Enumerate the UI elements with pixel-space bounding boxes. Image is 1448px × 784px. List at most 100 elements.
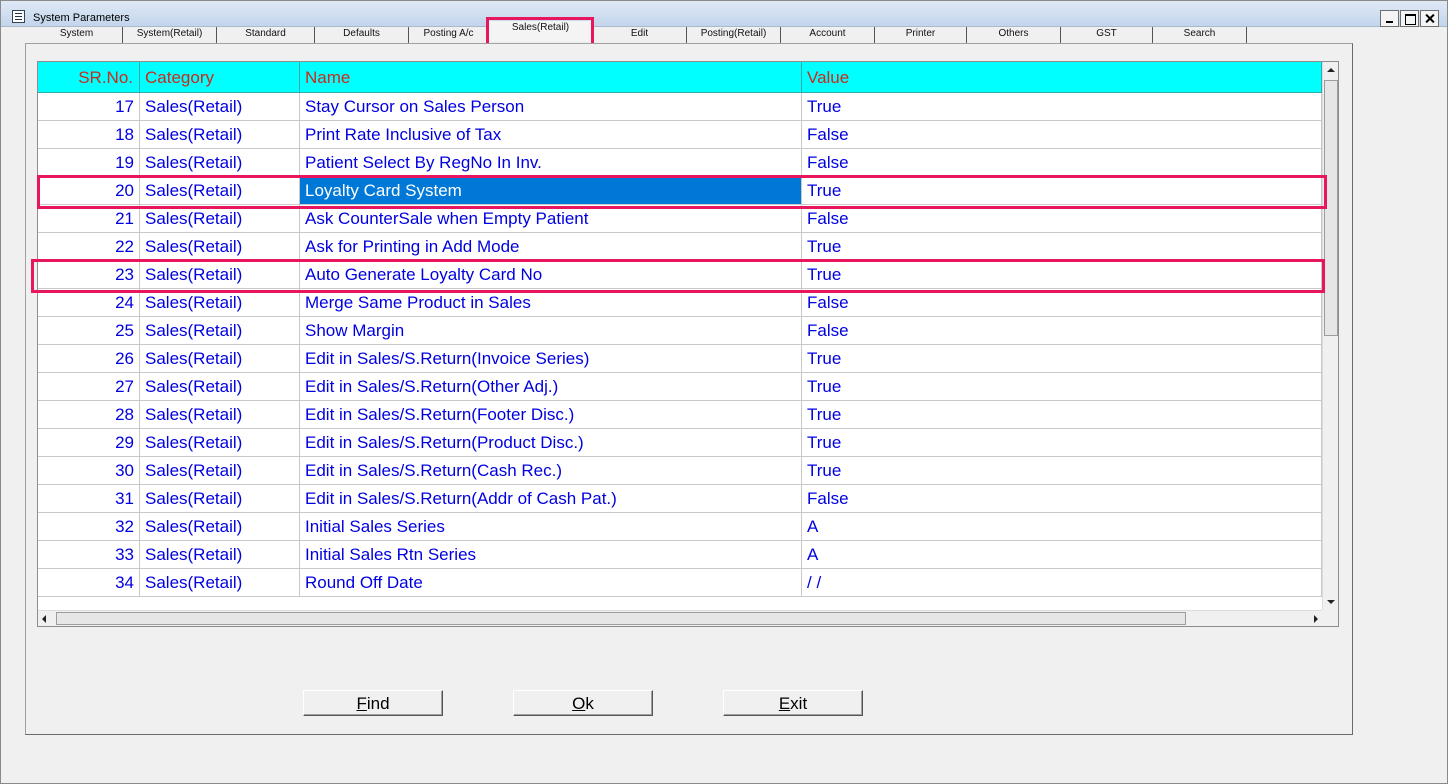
cell-name[interactable]: Merge Same Product in Sales [300, 289, 802, 317]
cell-category[interactable]: Sales(Retail) [140, 261, 300, 289]
tab-gst[interactable]: GST [1061, 27, 1153, 43]
cell-name[interactable]: Edit in Sales/S.Return(Invoice Series) [300, 345, 802, 373]
cell-value[interactable]: True [802, 177, 1322, 205]
cell-srno[interactable]: 33 [38, 541, 140, 569]
minimize-button[interactable] [1380, 10, 1399, 27]
table-row[interactable]: 23 Sales(Retail) Auto Generate Loyalty Car… [38, 261, 1322, 289]
horizontal-scroll-thumb[interactable] [56, 612, 1186, 625]
cell-category[interactable]: Sales(Retail) [140, 513, 300, 541]
cell-category[interactable]: Sales(Retail) [140, 429, 300, 457]
cell-srno[interactable]: 18 [38, 121, 140, 149]
cell-value[interactable]: True [802, 345, 1322, 373]
cell-value[interactable]: True [802, 261, 1322, 289]
cell-name[interactable]: Ask CounterSale when Empty Patient [300, 205, 802, 233]
cell-srno[interactable]: 29 [38, 429, 140, 457]
cell-name[interactable]: Edit in Sales/S.Return(Addr of Cash Pat.… [300, 485, 802, 513]
cell-value[interactable]: False [802, 205, 1322, 233]
cell-category[interactable]: Sales(Retail) [140, 233, 300, 261]
table-row[interactable]: 26 Sales(Retail) Edit in Sales/S.Return(In… [38, 345, 1322, 373]
cell-name[interactable]: Show Margin [300, 317, 802, 345]
vertical-scrollbar[interactable] [1322, 62, 1338, 610]
cell-name[interactable]: Stay Cursor on Sales Person [300, 93, 802, 121]
cell-name[interactable]: Edit in Sales/S.Return(Other Adj.) [300, 373, 802, 401]
cell-srno[interactable]: 21 [38, 205, 140, 233]
table-row[interactable]: 24 Sales(Retail) Merge Same Product in Sal… [38, 289, 1322, 317]
cell-srno[interactable]: 34 [38, 569, 140, 597]
table-row[interactable]: 25 Sales(Retail) Show Margin False [38, 317, 1322, 345]
close-button[interactable] [1420, 10, 1439, 27]
cell-srno[interactable]: 31 [38, 485, 140, 513]
tab-system-retail[interactable]: System(Retail) [123, 27, 217, 43]
cell-value[interactable]: A [802, 513, 1322, 541]
cell-srno[interactable]: 26 [38, 345, 140, 373]
cell-category[interactable]: Sales(Retail) [140, 569, 300, 597]
table-row[interactable]: 18 Sales(Retail) Print Rate Inclusive of T… [38, 121, 1322, 149]
cell-srno[interactable]: 19 [38, 149, 140, 177]
ok-button[interactable]: Ok [513, 690, 653, 716]
scroll-right-icon[interactable] [1314, 615, 1318, 623]
scroll-left-icon[interactable] [42, 615, 46, 623]
cell-value[interactable]: True [802, 93, 1322, 121]
cell-category[interactable]: Sales(Retail) [140, 205, 300, 233]
tab-printer[interactable]: Printer [875, 27, 967, 43]
cell-category[interactable]: Sales(Retail) [140, 345, 300, 373]
table-row[interactable]: 28 Sales(Retail) Edit in Sales/S.Return(Fo… [38, 401, 1322, 429]
tab-system[interactable]: System [31, 27, 123, 43]
cell-category[interactable]: Sales(Retail) [140, 289, 300, 317]
scroll-up-icon[interactable] [1327, 68, 1335, 72]
tab-posting-ac[interactable]: Posting A/c [409, 27, 489, 43]
cell-name[interactable]: Ask for Printing in Add Mode [300, 233, 802, 261]
cell-srno[interactable]: 17 [38, 93, 140, 121]
cell-name[interactable]: Print Rate Inclusive of Tax [300, 121, 802, 149]
cell-name[interactable]: Loyalty Card System [300, 177, 802, 205]
tab-defaults[interactable]: Defaults [315, 27, 409, 43]
cell-name[interactable]: Auto Generate Loyalty Card No [300, 261, 802, 289]
tab-sales-retail[interactable]: Sales(Retail) [489, 21, 593, 41]
cell-srno[interactable]: 23 [38, 261, 140, 289]
cell-category[interactable]: Sales(Retail) [140, 149, 300, 177]
column-header-srno[interactable]: SR.No. [38, 62, 140, 93]
cell-value[interactable]: A [802, 541, 1322, 569]
cell-value[interactable]: True [802, 373, 1322, 401]
find-button[interactable]: Find [303, 690, 443, 716]
tab-search[interactable]: Search [1153, 27, 1247, 43]
cell-name[interactable]: Edit in Sales/S.Return(Cash Rec.) [300, 457, 802, 485]
cell-value[interactable]: True [802, 457, 1322, 485]
table-row[interactable]: 29 Sales(Retail) Edit in Sales/S.Return(Pr… [38, 429, 1322, 457]
scroll-down-icon[interactable] [1327, 600, 1335, 604]
maximize-button[interactable] [1400, 10, 1419, 27]
cell-value[interactable]: True [802, 401, 1322, 429]
table-row[interactable]: 31 Sales(Retail) Edit in Sales/S.Return(Ad… [38, 485, 1322, 513]
cell-name[interactable]: Edit in Sales/S.Return(Footer Disc.) [300, 401, 802, 429]
cell-value[interactable]: False [802, 149, 1322, 177]
cell-name[interactable]: Patient Select By RegNo In Inv. [300, 149, 802, 177]
cell-srno[interactable]: 25 [38, 317, 140, 345]
cell-srno[interactable]: 28 [38, 401, 140, 429]
table-row[interactable]: 20 Sales(Retail) Loyalty Card System True [38, 177, 1322, 205]
tab-others[interactable]: Others [967, 27, 1061, 43]
tab-standard[interactable]: Standard [217, 27, 315, 43]
cell-srno[interactable]: 27 [38, 373, 140, 401]
tab-edit[interactable]: Edit [593, 27, 687, 43]
cell-value[interactable]: True [802, 429, 1322, 457]
column-header-category[interactable]: Category [140, 62, 300, 93]
cell-srno[interactable]: 24 [38, 289, 140, 317]
cell-value[interactable]: / / [802, 569, 1322, 597]
cell-name[interactable]: Edit in Sales/S.Return(Product Disc.) [300, 429, 802, 457]
cell-value[interactable]: False [802, 317, 1322, 345]
table-row[interactable]: 27 Sales(Retail) Edit in Sales/S.Return(Ot… [38, 373, 1322, 401]
cell-category[interactable]: Sales(Retail) [140, 457, 300, 485]
cell-category[interactable]: Sales(Retail) [140, 93, 300, 121]
table-row[interactable]: 22 Sales(Retail) Ask for Printing in Add M… [38, 233, 1322, 261]
table-row[interactable]: 33 Sales(Retail) Initial Sales Rtn Series A [38, 541, 1322, 569]
cell-srno[interactable]: 20 [38, 177, 140, 205]
cell-name[interactable]: Round Off Date [300, 569, 802, 597]
table-row[interactable]: 30 Sales(Retail) Edit in Sales/S.Return(Ca… [38, 457, 1322, 485]
horizontal-scrollbar[interactable] [38, 610, 1322, 626]
cell-srno[interactable]: 30 [38, 457, 140, 485]
app-menu-icon[interactable] [12, 10, 25, 23]
cell-name[interactable]: Initial Sales Rtn Series [300, 541, 802, 569]
cell-srno[interactable]: 32 [38, 513, 140, 541]
cell-value[interactable]: False [802, 121, 1322, 149]
table-row[interactable]: 34 Sales(Retail) Round Off Date / / [38, 569, 1322, 597]
